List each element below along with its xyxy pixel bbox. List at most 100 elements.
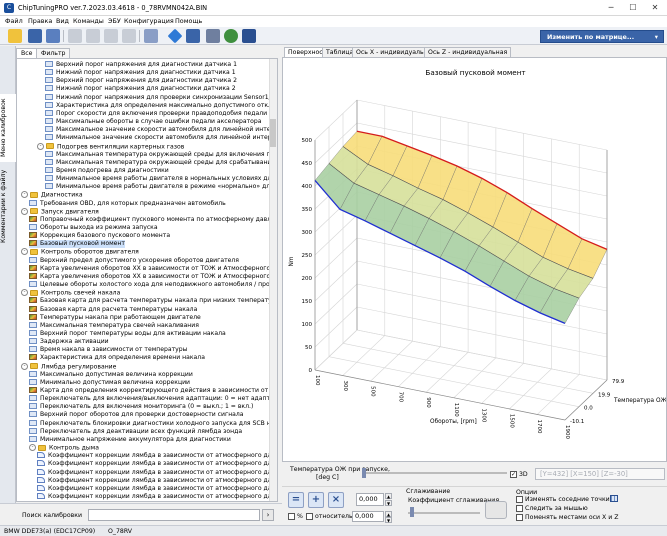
tab-filter[interactable]: Фильтр [36, 48, 71, 58]
export-icon[interactable] [186, 29, 200, 43]
tree-item[interactable]: Максимальная температура окружающей сред… [45, 150, 277, 159]
tree-item[interactable]: Поправочный коэффициент пускового момент… [29, 215, 277, 224]
tree-item[interactable]: Нижний порог напряжения для диагностики … [45, 85, 236, 93]
copy-icon[interactable] [86, 29, 100, 43]
surface-plot[interactable]: Базовый пусковой момент 0 50 100 150 200 250 3… [282, 57, 667, 462]
paste-icon[interactable] [104, 29, 118, 43]
menu-ecu[interactable]: ЭБУ [108, 17, 121, 25]
tree-folder[interactable]: - Лямбда регулирование [21, 362, 116, 371]
tree-item[interactable]: Верхний порог оборотов для проверки дост… [29, 411, 244, 419]
value-input[interactable]: 0,000 [356, 493, 384, 506]
collapse-toggle-icon[interactable]: - [21, 362, 28, 370]
tree-item[interactable]: Максимальная температура свечей накалива… [29, 321, 199, 330]
tree-item[interactable]: Коэффициент коррекции лямбда в зависимос… [37, 476, 277, 485]
tree-item[interactable]: Требования OBD, для которых предназначен… [29, 199, 226, 208]
tree-item[interactable]: Нижний порог напряжения для проверки син… [45, 93, 277, 102]
collapse-toggle-icon[interactable]: - [37, 142, 44, 150]
undo-icon[interactable] [122, 29, 136, 43]
spin-down-icon[interactable]: ▼ [385, 500, 392, 506]
menu-edit[interactable]: Правка [28, 17, 52, 25]
settings-icon[interactable] [242, 29, 256, 43]
spin-down-icon[interactable]: ▼ [385, 517, 392, 523]
vtab-calibrations[interactable]: Меню калибровок [0, 94, 16, 162]
save-icon[interactable] [28, 29, 42, 43]
grid-icon[interactable] [610, 495, 618, 502]
tree-item[interactable]: Переключатель для деактивации всех функц… [29, 427, 242, 436]
tree-item[interactable]: Порог скорости для включения проверки пр… [45, 109, 277, 118]
tree-item[interactable]: Минимальное время работы двигателя в реж… [45, 183, 277, 191]
collapse-toggle-icon[interactable]: - [21, 289, 28, 297]
tree-folder[interactable]: - Подогрев вентиляции картерных газов [37, 142, 184, 151]
collapse-toggle-icon[interactable]: - [21, 248, 28, 256]
tree-item[interactable]: Время накала в зависимости от температур… [29, 346, 187, 354]
tree-item[interactable]: Коэффициент коррекции лямбда в зависимос… [37, 484, 277, 493]
tree-item[interactable]: Задержка активации [29, 338, 109, 346]
tree-folder[interactable]: - Запуск двигателя [21, 207, 99, 216]
refresh-icon[interactable] [224, 29, 238, 43]
tree-item[interactable]: Верхний порог температуры воды для актив… [29, 329, 226, 338]
maximize-icon[interactable]: ☐ [622, 0, 644, 16]
tree-folder[interactable]: - Контроль свечей накала [21, 289, 120, 297]
search-go-icon[interactable]: › [262, 509, 274, 521]
tree-item[interactable]: Время подогрева для диагностики [45, 166, 169, 175]
tree-item[interactable]: Максимальные обороты в случае ошибки пед… [45, 118, 262, 126]
tree-item[interactable]: Минимальное напряжение аккумулятора для … [29, 435, 231, 444]
menu-file[interactable]: Файл [5, 17, 23, 25]
tab-axis-z[interactable]: Ось Z - индивидуальная [424, 47, 512, 57]
tree-folder[interactable]: - Контроль оборотов двигателя [21, 248, 139, 256]
diamond-icon[interactable] [167, 28, 183, 44]
search-input[interactable] [88, 509, 260, 521]
minimize-icon[interactable]: ─ [600, 0, 622, 16]
close-icon[interactable]: ✕ [644, 0, 666, 16]
tree-item[interactable]: Максимальная температура окружающей сред… [45, 158, 277, 167]
equals-button[interactable]: = [288, 492, 304, 508]
smoothing-slider-thumb[interactable] [410, 507, 414, 517]
swap-axes-checkbox[interactable] [516, 514, 523, 521]
checkbox-3d[interactable]: ✓ [510, 471, 517, 478]
tree-item[interactable]: Переключатель для включения/выключения а… [29, 395, 277, 403]
smoothing-slider-track[interactable] [408, 512, 480, 514]
tree-item[interactable]: Переключатель блокировки диагностики хол… [29, 419, 277, 428]
temperature-slider-track[interactable] [362, 472, 507, 474]
tree-scroll-thumb[interactable] [270, 119, 276, 147]
tree-item[interactable]: Максимально допустимая величина коррекци… [29, 370, 193, 379]
tree-folder[interactable]: - Диагностика [21, 191, 83, 199]
vtab-comments[interactable]: Комментарии к файлу [0, 166, 16, 246]
collapse-toggle-icon[interactable]: - [21, 207, 28, 215]
tree-folder[interactable]: - Контроль дыма [29, 444, 99, 452]
collapse-toggle-icon[interactable]: - [21, 191, 28, 199]
menu-view[interactable]: Вид [56, 17, 69, 25]
tree-item[interactable]: Карта увеличения оборотов XX в зависимос… [29, 264, 277, 273]
tree-item[interactable]: Базовая карта для расчета температуры на… [29, 297, 277, 305]
search-icon[interactable] [206, 29, 220, 43]
menu-help[interactable]: Помощь [175, 17, 202, 25]
ecu-icon[interactable] [144, 29, 158, 43]
follow-mouse-checkbox[interactable] [516, 505, 523, 512]
tree-item[interactable]: Температуры накала при работающем двигат… [29, 313, 201, 322]
open-folder-icon[interactable] [8, 29, 22, 43]
tree-item[interactable]: Минимальное значение скорости автомобиля… [45, 134, 277, 142]
tree-item[interactable]: Коэффициент коррекции лямбда в зависимос… [37, 492, 277, 501]
tree-item[interactable]: Минимальное время работы двигателя в нор… [45, 175, 277, 183]
tree-item[interactable]: Базовая карта для расчета температуры на… [29, 305, 197, 314]
tree-item[interactable]: Верхний порог напряжения для диагностики… [45, 61, 237, 69]
percent-checkbox[interactable] [288, 513, 295, 520]
tree-item[interactable]: Характеристика для определения времени н… [29, 354, 205, 362]
tree-item[interactable]: Обороты выхода из режима запуска [29, 224, 158, 232]
collapse-toggle-icon[interactable]: - [29, 444, 36, 452]
relative-value-input[interactable]: 0,000 [352, 511, 384, 522]
menu-commands[interactable]: Команды [73, 17, 104, 25]
tree-scrollbar[interactable] [269, 59, 277, 501]
tab-all[interactable]: Все [16, 48, 38, 58]
save-all-icon[interactable] [46, 29, 60, 43]
cut-icon[interactable] [68, 29, 82, 43]
tree-item[interactable]: Минимально допустимая величина коррекции [29, 378, 190, 387]
tree-item[interactable]: Карта увеличения оборотов XX в зависимос… [29, 272, 277, 281]
multiply-button[interactable]: × [328, 492, 344, 508]
apply-smoothing-button[interactable] [485, 501, 507, 519]
tree-item[interactable]: Базовый пусковой момент [29, 240, 125, 249]
menu-config[interactable]: Конфигурация [124, 17, 174, 25]
neighbor-points-checkbox[interactable] [516, 496, 523, 503]
tree-item[interactable]: Верхний предел допустимого ускорения обо… [29, 256, 239, 265]
tree-item[interactable]: Целевые обороты холостого хода для непод… [29, 281, 277, 289]
